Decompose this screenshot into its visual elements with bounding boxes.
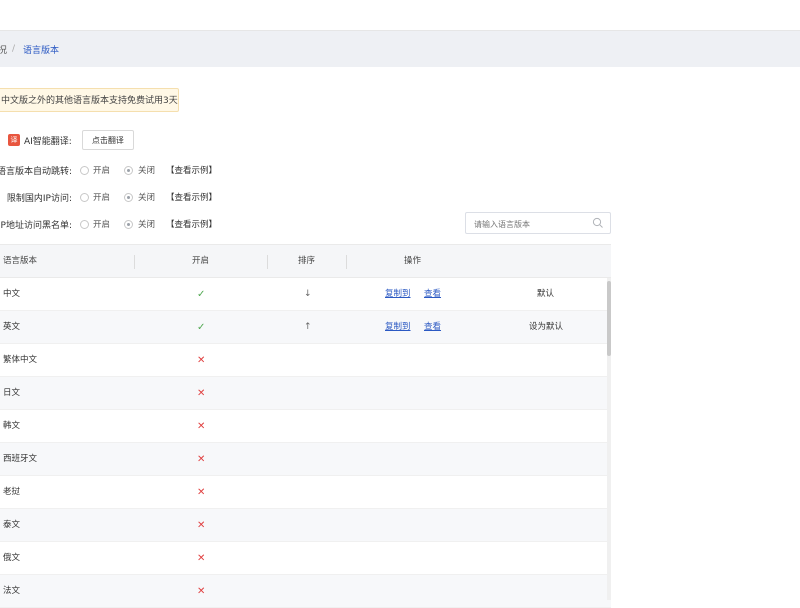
table-row: 西班牙文 ✕ xyxy=(0,443,611,476)
option-label: 语言版本自动跳转: xyxy=(0,166,72,177)
table-row: 韩文 ✕ xyxy=(0,410,611,443)
option-auto-redirect: 语言版本自动跳转: 开启 关闭 【查看示例】 xyxy=(0,162,230,178)
table-row: 日文 ✕ xyxy=(0,377,611,410)
table-header: 语言版本 开启 排序 操作 xyxy=(0,244,611,278)
language-name: 中文 xyxy=(3,289,21,299)
top-header-bar xyxy=(0,0,800,31)
header-actions: 操作 xyxy=(404,256,422,266)
language-table: 语言版本 开启 排序 操作 中文 ✓ ↓ 复制到 查看 默认 英文 ✓ ↑ 复制… xyxy=(0,244,611,608)
header-divider xyxy=(134,255,135,269)
language-name: 老挝 xyxy=(3,487,21,497)
ai-translate-icon: 译 xyxy=(8,134,20,146)
radio-off-label[interactable]: 关闭 xyxy=(138,191,155,203)
language-name: 泰文 xyxy=(3,520,21,530)
disabled-cross-icon: ✕ xyxy=(197,388,206,399)
radio-off-label[interactable]: 关闭 xyxy=(138,218,155,230)
radio-on[interactable] xyxy=(80,166,89,175)
set-default-button[interactable]: 设为默认 xyxy=(529,311,563,344)
disabled-cross-icon: ✕ xyxy=(197,586,206,597)
enabled-check-icon: ✓ xyxy=(197,322,206,333)
table-scrollbar-thumb[interactable] xyxy=(607,281,611,356)
sort-up-icon[interactable]: ↑ xyxy=(304,311,312,344)
search-icon[interactable] xyxy=(592,217,604,229)
header-divider xyxy=(346,255,347,269)
language-name: 法文 xyxy=(3,586,21,596)
trial-notice: 中文版之外的其他语言版本支持免费试用3天 xyxy=(0,88,179,112)
table-row: 法文 ✕ xyxy=(0,575,611,608)
search-input[interactable] xyxy=(472,216,594,232)
breadcrumb: 况 / 语言版本 xyxy=(0,31,800,67)
disabled-cross-icon: ✕ xyxy=(197,487,206,498)
table-row: 俄文 ✕ xyxy=(0,542,611,575)
copy-to-link[interactable]: 复制到 xyxy=(385,311,411,344)
view-example-link[interactable]: 【查看示例】 xyxy=(166,218,217,230)
radio-on-label[interactable]: 开启 xyxy=(93,191,110,203)
sort-down-icon[interactable]: ↓ xyxy=(304,278,312,311)
radio-on[interactable] xyxy=(80,193,89,202)
radio-off[interactable] xyxy=(124,220,133,229)
language-name: 俄文 xyxy=(3,553,21,563)
header-language: 语言版本 xyxy=(3,256,38,266)
radio-on[interactable] xyxy=(80,220,89,229)
table-row: 繁体中文 ✕ xyxy=(0,344,611,377)
language-name: 日文 xyxy=(3,388,21,398)
radio-off[interactable] xyxy=(124,193,133,202)
disabled-cross-icon: ✕ xyxy=(197,553,206,564)
radio-off[interactable] xyxy=(124,166,133,175)
ai-translate-row: 译 AI智能翻译: 点击翻译 xyxy=(8,129,134,151)
disabled-cross-icon: ✕ xyxy=(197,520,206,531)
table-row: 老挝 ✕ xyxy=(0,476,611,509)
default-label: 默认 xyxy=(537,289,555,299)
option-ip-blacklist: IP地址访问黑名单: 开启 关闭 【查看示例】 xyxy=(0,216,230,232)
view-example-link[interactable]: 【查看示例】 xyxy=(166,191,217,203)
view-link[interactable]: 查看 xyxy=(424,278,441,311)
radio-on-label[interactable]: 开启 xyxy=(93,164,110,176)
ai-translate-label: AI智能翻译: xyxy=(24,136,72,147)
option-restrict-domestic-ip: 限制国内IP访问: 开启 关闭 【查看示例】 xyxy=(0,189,230,205)
breadcrumb-current[interactable]: 语言版本 xyxy=(23,43,59,56)
breadcrumb-prev[interactable]: 况 xyxy=(0,43,7,56)
language-name: 繁体中文 xyxy=(3,355,38,365)
disabled-cross-icon: ✕ xyxy=(197,421,206,432)
option-label: 限制国内IP访问: xyxy=(6,193,72,204)
table-row: 英文 ✓ ↑ 复制到 查看 设为默认 xyxy=(0,311,611,344)
language-name: 英文 xyxy=(3,322,21,332)
breadcrumb-separator: / xyxy=(12,44,16,54)
radio-on-label[interactable]: 开启 xyxy=(93,218,110,230)
language-name: 西班牙文 xyxy=(3,454,38,464)
table-body: 中文 ✓ ↓ 复制到 查看 默认 英文 ✓ ↑ 复制到 查看 设为默认 繁体中文… xyxy=(0,278,611,608)
language-name: 韩文 xyxy=(3,421,21,431)
radio-off-label[interactable]: 关闭 xyxy=(138,164,155,176)
view-link[interactable]: 查看 xyxy=(424,311,441,344)
header-sort: 排序 xyxy=(298,256,316,266)
view-example-link[interactable]: 【查看示例】 xyxy=(166,164,217,176)
copy-to-link[interactable]: 复制到 xyxy=(385,278,411,311)
table-row: 中文 ✓ ↓ 复制到 查看 默认 xyxy=(0,278,611,311)
disabled-cross-icon: ✕ xyxy=(197,454,206,465)
disabled-cross-icon: ✕ xyxy=(197,355,206,366)
header-divider xyxy=(267,255,268,269)
option-label: IP地址访问黑名单: xyxy=(0,220,72,231)
header-enabled: 开启 xyxy=(192,256,210,266)
translate-button[interactable]: 点击翻译 xyxy=(81,130,134,150)
table-row: 泰文 ✕ xyxy=(0,509,611,542)
language-search[interactable] xyxy=(465,212,611,234)
enabled-check-icon: ✓ xyxy=(197,289,206,300)
